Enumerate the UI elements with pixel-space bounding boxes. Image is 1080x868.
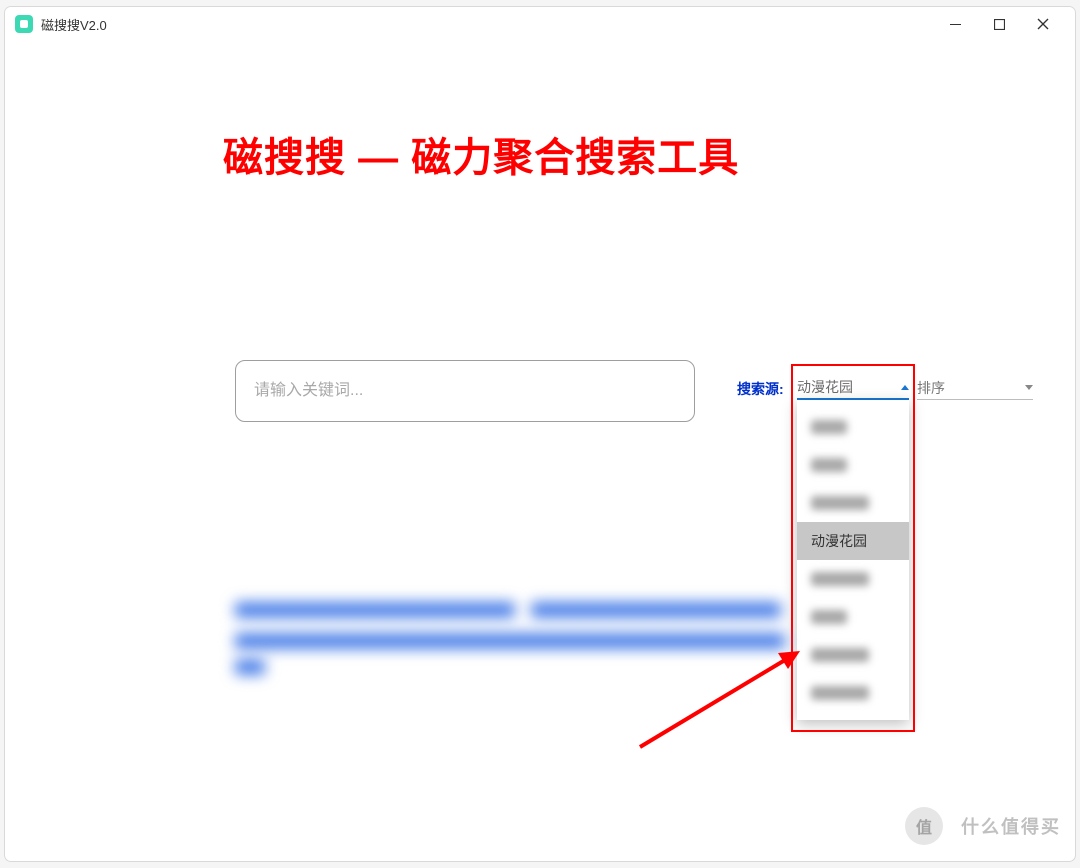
close-icon: [1037, 18, 1049, 30]
dropdown-item-selected[interactable]: 动漫花园: [797, 522, 909, 560]
chevron-up-icon: [901, 385, 909, 390]
sort-select-value: 排序: [917, 378, 945, 398]
watermark-badge: 值: [905, 807, 943, 845]
maximize-icon: [994, 19, 1005, 30]
source-select-value: 动漫花园: [797, 377, 853, 397]
search-input[interactable]: [235, 360, 695, 422]
chevron-down-icon: [1025, 385, 1033, 390]
source-label: 搜索源:: [737, 379, 784, 399]
titlebar: 磁搜搜V2.0: [5, 7, 1075, 41]
dropdown-item[interactable]: [797, 598, 909, 636]
dropdown-item[interactable]: [797, 408, 909, 446]
window-controls: [933, 9, 1065, 39]
app-title: 磁搜搜V2.0: [41, 15, 107, 34]
dropdown-item[interactable]: [797, 636, 909, 674]
sort-select[interactable]: 排序: [917, 376, 1033, 400]
app-window: 磁搜搜V2.0 磁搜搜 — 磁力聚合搜索工具 搜索源: 动漫花园 排序 动漫花园: [4, 6, 1076, 862]
close-button[interactable]: [1021, 9, 1065, 39]
dropdown-item[interactable]: [797, 446, 909, 484]
maximize-button[interactable]: [977, 9, 1021, 39]
app-icon: [15, 15, 33, 33]
dropdown-item[interactable]: [797, 674, 909, 712]
watermark-text: 什么值得买: [961, 813, 1061, 839]
minimize-icon: [950, 24, 961, 25]
source-dropdown: 动漫花园: [797, 400, 909, 720]
source-select[interactable]: 动漫花园: [797, 376, 909, 400]
minimize-button[interactable]: [933, 9, 977, 39]
dropdown-item[interactable]: [797, 560, 909, 598]
headline-annotation: 磁搜搜 — 磁力聚合搜索工具: [223, 125, 739, 183]
dropdown-item[interactable]: [797, 484, 909, 522]
info-text-blurred: [235, 602, 795, 682]
